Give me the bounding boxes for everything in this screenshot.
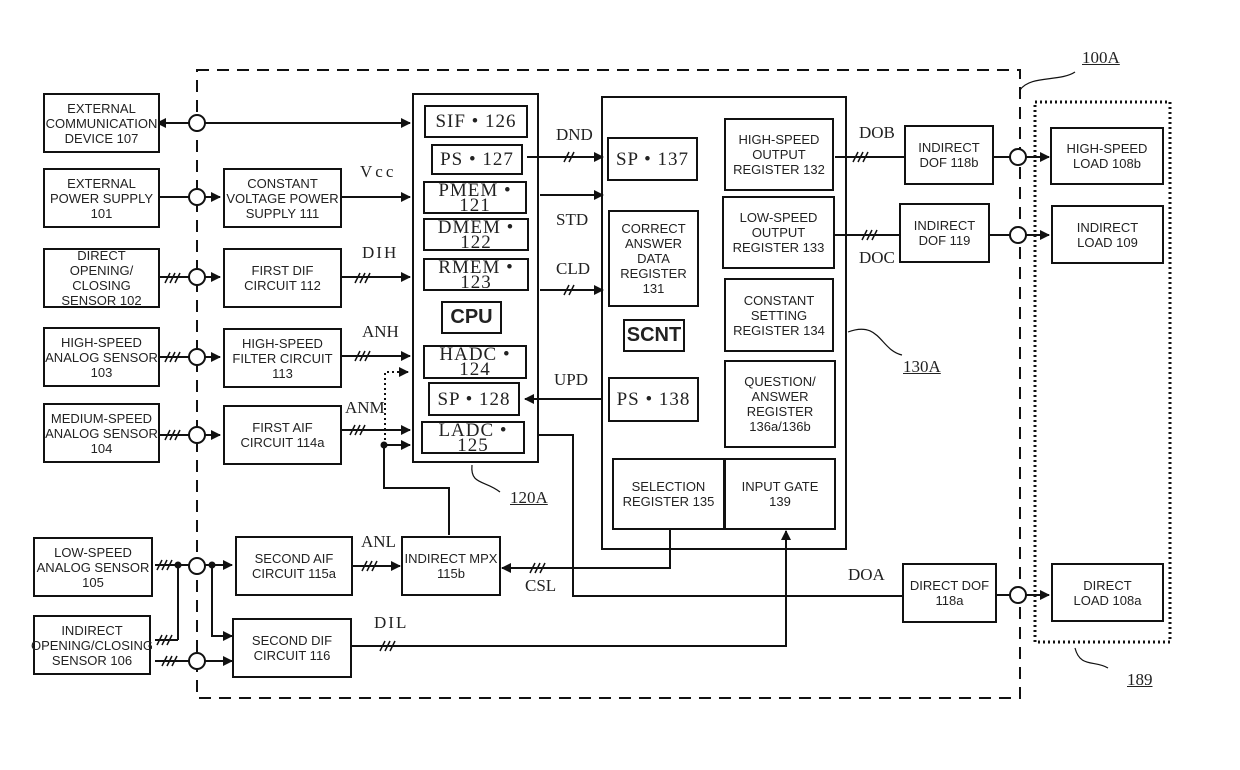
correct-answer-data-register-131: CORRECT ANSWER DATA REGISTER 131 bbox=[608, 210, 699, 307]
second-dif-circuit-116: SECOND DIF CIRCUIT 116 bbox=[232, 618, 352, 678]
signal-csl: CSL bbox=[525, 576, 557, 595]
cpu-label: CPU bbox=[441, 301, 502, 334]
high-speed-filter-circuit-113: HIGH-SPEED FILTER CIRCUIT 113 bbox=[223, 328, 342, 388]
external-power-supply-101: EXTERNAL POWER SUPPLY 101 bbox=[43, 168, 160, 228]
direct-dof-118a: DIRECT DOF 118a bbox=[902, 563, 997, 623]
signal-anl: ANL bbox=[361, 532, 396, 551]
ref-130A: 130A bbox=[903, 357, 941, 376]
ref-189: 189 bbox=[1127, 670, 1153, 689]
leader-120A bbox=[471, 464, 501, 493]
signal-vcc: Vcc bbox=[360, 162, 397, 181]
signal-doa: DOA bbox=[848, 565, 885, 584]
sif-126: SIF • 126 bbox=[424, 105, 528, 138]
dmem-122: DMEM • 122 bbox=[423, 218, 529, 252]
indirect-mpx-115b: INDIRECT MPX 115b bbox=[401, 536, 501, 596]
ps-127: PS • 127 bbox=[431, 144, 523, 175]
high-speed-analog-sensor-103: HIGH-SPEED ANALOG SENSOR 103 bbox=[43, 327, 160, 387]
medium-speed-analog-sensor-104: MEDIUM-SPEED ANALOG SENSOR 104 bbox=[43, 403, 160, 463]
constant-setting-register-134: CONSTANT SETTING REGISTER 134 bbox=[724, 278, 834, 352]
sp-137: SP • 137 bbox=[607, 137, 698, 181]
external-communication-device-107: EXTERNAL COMMUNICATION DEVICE 107 bbox=[43, 93, 160, 153]
signal-upd: UPD bbox=[554, 370, 589, 389]
signal-dnd: DND bbox=[556, 125, 593, 144]
direct-opening-closing-sensor-102: DIRECT OPENING/ CLOSING SENSOR 102 bbox=[43, 248, 160, 308]
ref-120A: 120A bbox=[510, 488, 548, 507]
indirect-dof-118b: INDIRECT DOF 118b bbox=[904, 125, 994, 185]
indirect-dof-119: INDIRECT DOF 119 bbox=[899, 203, 990, 263]
sp-128: SP • 128 bbox=[428, 382, 520, 416]
ps-138: PS • 138 bbox=[608, 377, 699, 422]
constant-voltage-power-supply-111: CONSTANT VOLTAGE POWER SUPPLY 111 bbox=[223, 168, 342, 228]
direct-load-108a: DIRECT LOAD 108a bbox=[1051, 563, 1164, 622]
pmem-121: PMEM • 121 bbox=[423, 181, 527, 215]
rmem-123: RMEM • 123 bbox=[423, 258, 529, 292]
indirect-opening-closing-sensor-106: INDIRECT OPENING/CLOSING SENSOR 106 bbox=[31, 615, 153, 675]
signal-dil: DIL bbox=[374, 613, 409, 632]
indirect-load-109: INDIRECT LOAD 109 bbox=[1051, 205, 1164, 264]
signal-anh: ANH bbox=[362, 322, 399, 341]
signal-cld: CLD bbox=[556, 259, 590, 278]
leader-100A bbox=[1019, 71, 1076, 91]
signal-std: STD bbox=[556, 210, 589, 229]
signal-doc: DOC bbox=[859, 248, 895, 267]
scnt-label: SCNT bbox=[623, 319, 685, 352]
low-speed-output-register-133: LOW-SPEED OUTPUT REGISTER 133 bbox=[722, 196, 835, 269]
signal-anm: ANM bbox=[345, 398, 385, 417]
ladc-125: LADC • 125 bbox=[421, 421, 525, 455]
first-aif-circuit-114a: FIRST AIF CIRCUIT 114a bbox=[223, 405, 342, 465]
first-dif-circuit-112: FIRST DIF CIRCUIT 112 bbox=[223, 248, 342, 308]
leader-189 bbox=[1074, 647, 1109, 669]
high-speed-output-register-132: HIGH-SPEED OUTPUT REGISTER 132 bbox=[724, 118, 834, 191]
ref-100A: 100A bbox=[1082, 48, 1120, 67]
leader-130A bbox=[847, 328, 903, 356]
hadc-124: HADC • 124 bbox=[423, 345, 527, 379]
question-answer-register-136: QUESTION/ ANSWER REGISTER 136a/136b bbox=[724, 360, 836, 448]
low-speed-analog-sensor-105: LOW-SPEED ANALOG SENSOR 105 bbox=[33, 537, 153, 597]
second-aif-circuit-115a: SECOND AIF CIRCUIT 115a bbox=[235, 536, 353, 596]
input-gate-139: INPUT GATE 139 bbox=[724, 458, 836, 530]
signal-dob: DOB bbox=[859, 123, 895, 142]
high-speed-load-108b: HIGH-SPEED LOAD 108b bbox=[1050, 127, 1164, 185]
selection-register-135: SELECTION REGISTER 135 bbox=[612, 458, 725, 530]
signal-dih: DIH bbox=[362, 243, 399, 262]
